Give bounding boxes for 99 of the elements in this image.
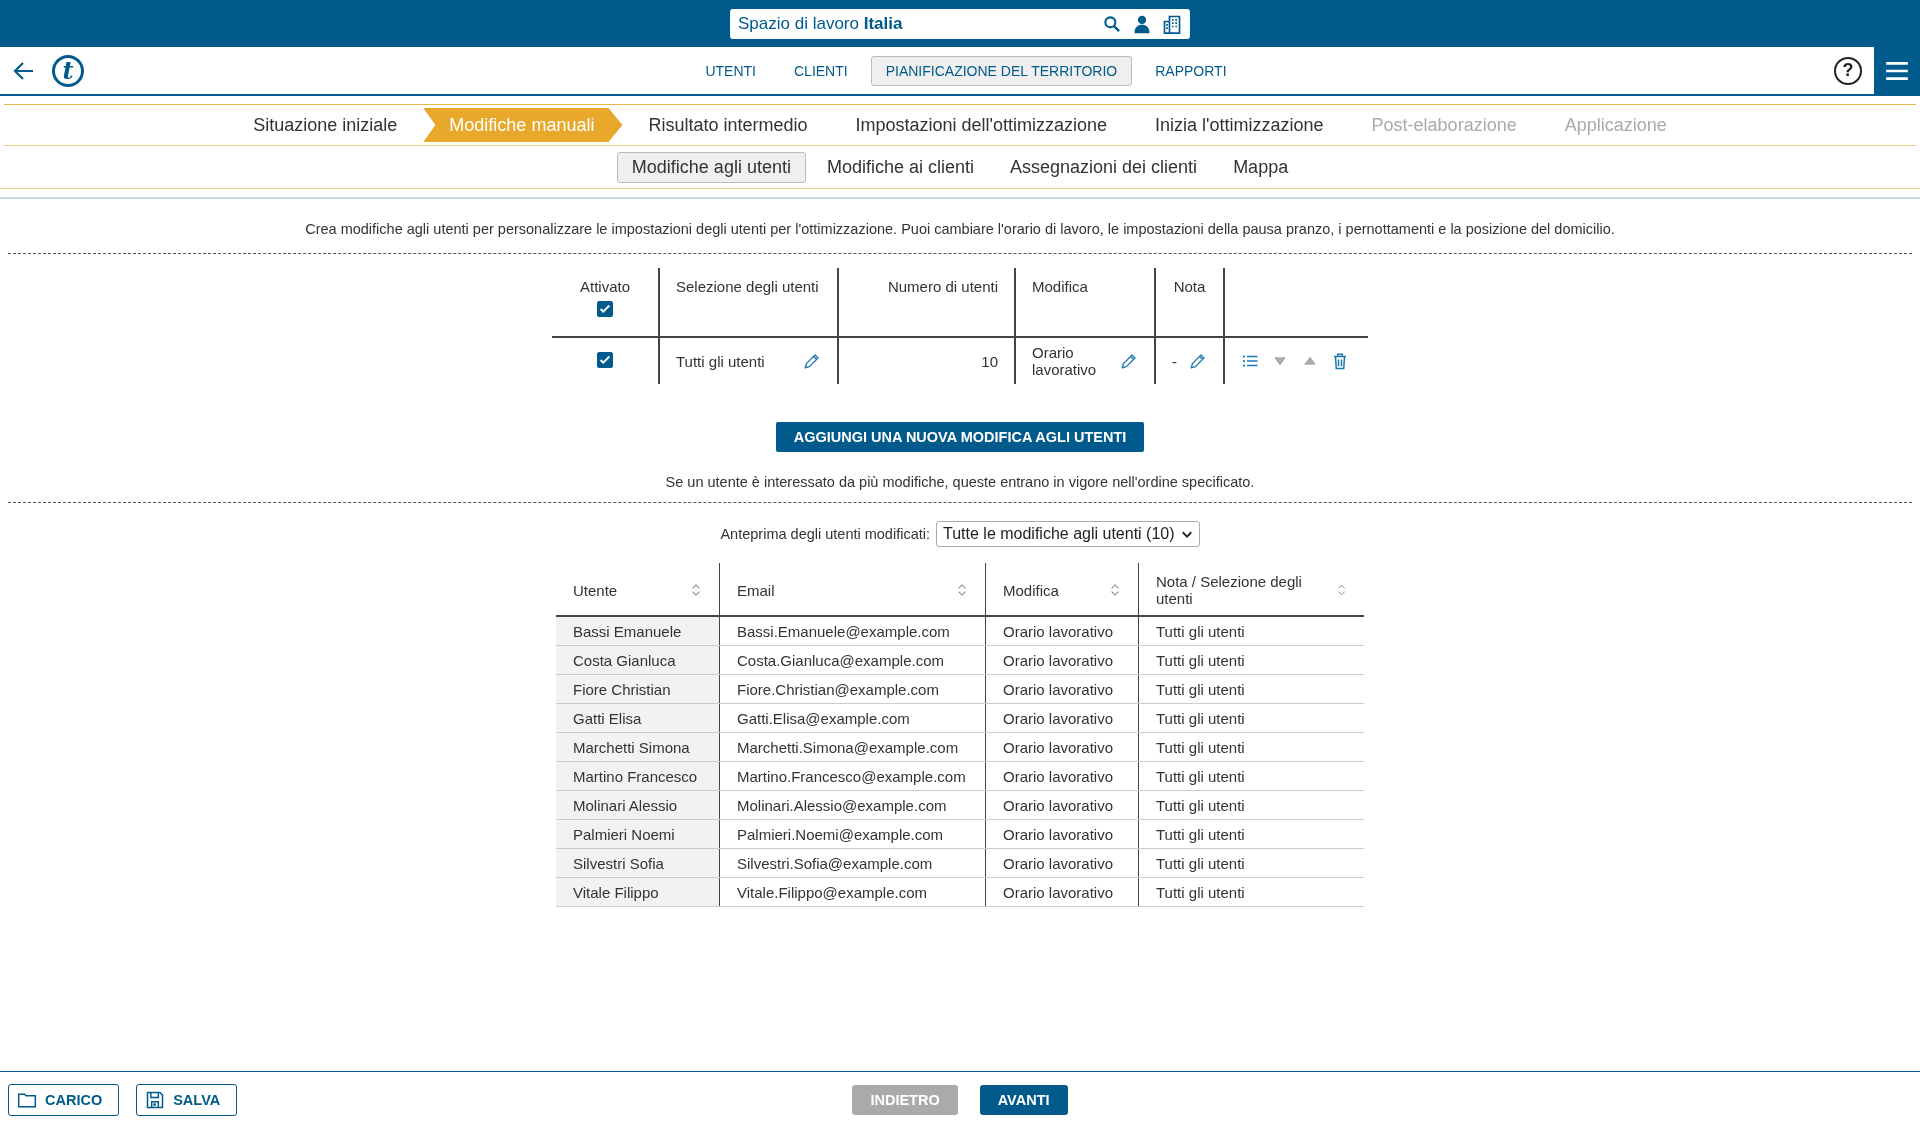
column-header: Numero di utenti xyxy=(887,278,998,295)
floppy-disk-icon xyxy=(145,1090,166,1110)
table-cell: Vitale Filippo xyxy=(573,883,659,901)
table-cell: Tutti gli utenti xyxy=(1156,680,1245,698)
pencil-icon xyxy=(1120,352,1138,370)
order-note-text: Se un utente è interessato da più modifiche, queste entrano in vigore nell'ordine specificato. xyxy=(664,473,1256,492)
sub-tab[interactable]: Mappa xyxy=(1218,151,1304,183)
column-header[interactable]: Email xyxy=(737,581,775,599)
sort-icon xyxy=(690,583,702,597)
column-header: Attivato xyxy=(580,278,630,295)
table-cell: Tutti gli utenti xyxy=(1156,883,1245,901)
check-icon xyxy=(598,302,612,316)
table-cell: Orario lavorativo xyxy=(1003,651,1114,669)
pencil-icon xyxy=(803,352,821,370)
delete-button[interactable] xyxy=(1331,352,1349,370)
table-cell: Martino Francesco xyxy=(573,767,698,785)
table-cell: 10 xyxy=(981,352,998,370)
edit-button[interactable] xyxy=(1189,352,1207,370)
table-cell: Bassi.Emanuele@example.com xyxy=(737,622,950,640)
app-logo[interactable]: t xyxy=(52,54,84,87)
column-header[interactable]: Nota / Selezione degli utenti xyxy=(1156,573,1330,607)
save-button[interactable]: SALVA xyxy=(136,1084,238,1116)
nav-tab[interactable]: RAPPORTI xyxy=(1140,55,1242,86)
table-cell: Orario lavorativo xyxy=(1003,709,1114,727)
table-cell: Silvestri Sofia xyxy=(573,854,664,872)
delete-icon xyxy=(1331,352,1349,370)
column-header: Nota xyxy=(1173,278,1206,295)
table-cell: Gatti.Elisa@example.com xyxy=(737,709,910,727)
table-cell: Fiore Christian xyxy=(573,680,671,698)
table-cell: Molinari.Alessio@example.com xyxy=(737,796,947,814)
table-cell: Orario lavorativo xyxy=(1003,680,1114,698)
search-icon xyxy=(1102,13,1122,34)
step-tab[interactable]: Inizia l'ottimizzazione xyxy=(1133,108,1346,142)
table-cell: Bassi Emanuele xyxy=(573,622,682,640)
table-cell: Orario lavorativo xyxy=(1003,796,1114,814)
table-cell: Tutti gli utenti xyxy=(1156,709,1245,727)
column-header[interactable]: Modifica xyxy=(1003,581,1059,599)
workspace-title: Spazio di lavoro Italia xyxy=(738,13,904,34)
table-cell: Costa.Gianluca@example.com xyxy=(737,651,944,669)
table-cell: Martino.Francesco@example.com xyxy=(737,767,966,785)
step-tab[interactable]: Risultato intermedio xyxy=(626,108,830,142)
user-icon xyxy=(1132,13,1152,34)
preview-label: Anteprima degli utenti modificati: xyxy=(720,526,930,542)
table-cell: Costa Gianluca xyxy=(573,651,676,669)
table-cell: Orario lavorativo xyxy=(1003,622,1114,640)
edit-button[interactable] xyxy=(1120,352,1138,370)
table-cell: Tutti gli utenti xyxy=(1156,738,1245,756)
nav-tab[interactable]: PIANIFICAZIONE DEL TERRITORIO xyxy=(870,55,1133,86)
column-header: Modifica xyxy=(1032,278,1088,295)
sort-icon xyxy=(956,583,968,597)
edit-button[interactable] xyxy=(803,352,821,370)
preview-select[interactable]: Tutte le modifiche agli utenti (10) xyxy=(936,521,1200,547)
table-cell: Gatti Elisa xyxy=(573,709,642,727)
table-cell: - xyxy=(1172,352,1177,370)
add-modification-button[interactable]: AGGIUNGI UNA NUOVA MODIFICA AGLI UTENTI xyxy=(775,422,1145,452)
column-header: Selezione degli utenti xyxy=(676,278,819,295)
column-header[interactable]: Utente xyxy=(573,581,618,599)
table-cell: Orario lavorativo xyxy=(1003,825,1114,843)
next-button[interactable]: AVANTI xyxy=(979,1085,1068,1115)
table-cell: Orario lavorativo xyxy=(1003,767,1114,785)
step-tab[interactable]: Situazione iniziale xyxy=(231,108,420,142)
building-icon xyxy=(1162,13,1182,34)
sort-icon xyxy=(1109,583,1121,597)
table-cell: Marchetti.Simona@example.com xyxy=(737,738,959,756)
table-cell: Orario lavorativo xyxy=(1003,738,1114,756)
description-text: Crea modifiche agli utenti per personalizzare le impostazioni degli utenti per l'ottimizzazione. Puoi cambiare l'orario di lavoro, le impostazioni della pausa pranzo, i pernottamenti e la posizione del domicilio. xyxy=(304,220,1616,239)
help-button[interactable]: ? xyxy=(1834,56,1862,85)
checkbox[interactable] xyxy=(597,352,613,368)
table-cell: Tutti gli utenti xyxy=(1156,825,1245,843)
table-cell: Vitale.Filippo@example.com xyxy=(737,883,928,901)
table-cell: Tutti gli utenti xyxy=(1156,622,1245,640)
table-cell: Palmieri.Noemi@example.com xyxy=(737,825,944,843)
table-cell: Silvestri.Sofia@example.com xyxy=(737,854,933,872)
table-cell: Tutti gli utenti xyxy=(1156,796,1245,814)
pencil-icon xyxy=(1189,352,1207,370)
folder-icon xyxy=(17,1090,37,1110)
check-icon xyxy=(598,353,612,367)
table-cell: Tutti gli utenti xyxy=(1156,767,1245,785)
sub-tab[interactable]: Modifiche agli utenti xyxy=(616,151,806,183)
search-field[interactable]: Spazio di lavoro Italia xyxy=(730,8,1190,39)
sub-tab[interactable]: Modifiche ai clienti xyxy=(811,151,989,183)
table-cell: Palmieri Noemi xyxy=(573,825,675,843)
nav-tab[interactable]: CLIENTI xyxy=(779,55,863,86)
checkbox[interactable] xyxy=(597,301,613,317)
step-tab[interactable]: Impostazioni dell'ottimizzazione xyxy=(833,108,1130,142)
load-button[interactable]: CARICO xyxy=(8,1084,120,1116)
table-cell: Marchetti Simona xyxy=(573,738,690,756)
table-cell: Molinari Alessio xyxy=(573,796,678,814)
sub-tab[interactable]: Assegnazioni dei clienti xyxy=(995,151,1213,183)
menu-button[interactable] xyxy=(1874,47,1920,94)
nav-tab[interactable]: UTENTI xyxy=(690,55,771,86)
table-cell: Tutti gli utenti xyxy=(1156,651,1245,669)
table-cell: Tutti gli utenti xyxy=(1156,854,1245,872)
table-cell: Orario lavorativo xyxy=(1003,883,1114,901)
table-cell: Fiore.Christian@example.com xyxy=(737,680,939,698)
table-cell: Tutti gli utenti xyxy=(676,352,765,370)
sort-icon xyxy=(1335,583,1347,597)
table-cell-text: Orario lavorativo xyxy=(1032,344,1098,378)
table-cell: Orario lavorativo xyxy=(1003,854,1114,872)
